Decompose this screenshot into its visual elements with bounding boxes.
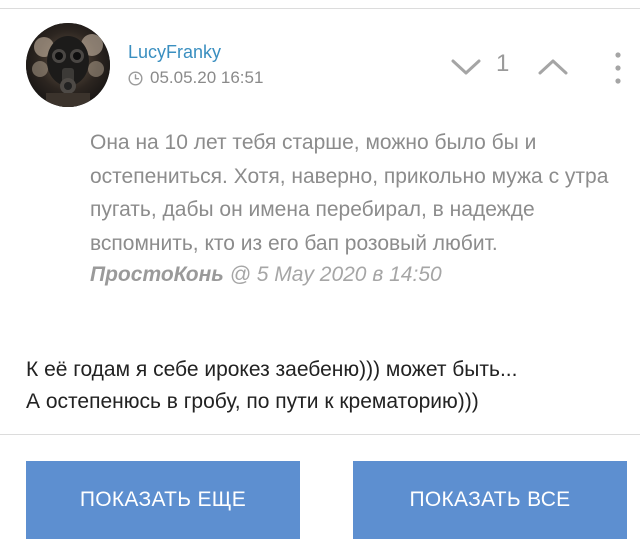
show-more-button[interactable]: ПОКАЗАТЬ ЕЩЕ <box>26 461 300 539</box>
comment-body-line: К её годам я себе ирокез заебеню))) може… <box>26 358 518 381</box>
more-options-button[interactable] <box>610 49 626 87</box>
upvote-button[interactable] <box>537 55 569 79</box>
clock-icon <box>128 70 143 86</box>
username[interactable]: LucyFranky <box>128 42 221 62</box>
comment-card: LucyFranky 05.05.20 16:51 1 Она на 10 ле… <box>0 9 640 434</box>
downvote-button[interactable] <box>450 55 482 79</box>
chevron-down-icon <box>451 59 481 75</box>
quote-block: Она на 10 лет тебя старше, можно было бы… <box>90 126 620 290</box>
rating-count: 1 <box>496 50 510 77</box>
quote-attribution: ПростоКонь @ 5 May 2020 в 14:50 <box>90 260 620 290</box>
avatar-gas-mask-icon <box>26 23 110 107</box>
comment-timestamp: 05.05.20 16:51 <box>128 68 263 88</box>
show-all-button[interactable]: ПОКАЗАТЬ ВСЕ <box>353 461 627 539</box>
comment-body-line: А остепенюсь в гробу, по пути к крематор… <box>26 390 479 413</box>
timestamp-text: 05.05.20 16:51 <box>150 68 264 87</box>
more-vertical-icon <box>615 52 621 84</box>
avatar[interactable] <box>26 23 110 107</box>
bottom-divider <box>0 434 640 435</box>
quote-text: Она на 10 лет тебя старше, можно было бы… <box>90 131 609 255</box>
quote-meta: @ 5 May 2020 в 14:50 <box>223 263 442 286</box>
chevron-up-icon <box>538 59 568 75</box>
quote-author-link[interactable]: ПростоКонь <box>90 263 224 286</box>
comment-body: К её годам я себе ирокез заебеню))) може… <box>26 354 626 418</box>
